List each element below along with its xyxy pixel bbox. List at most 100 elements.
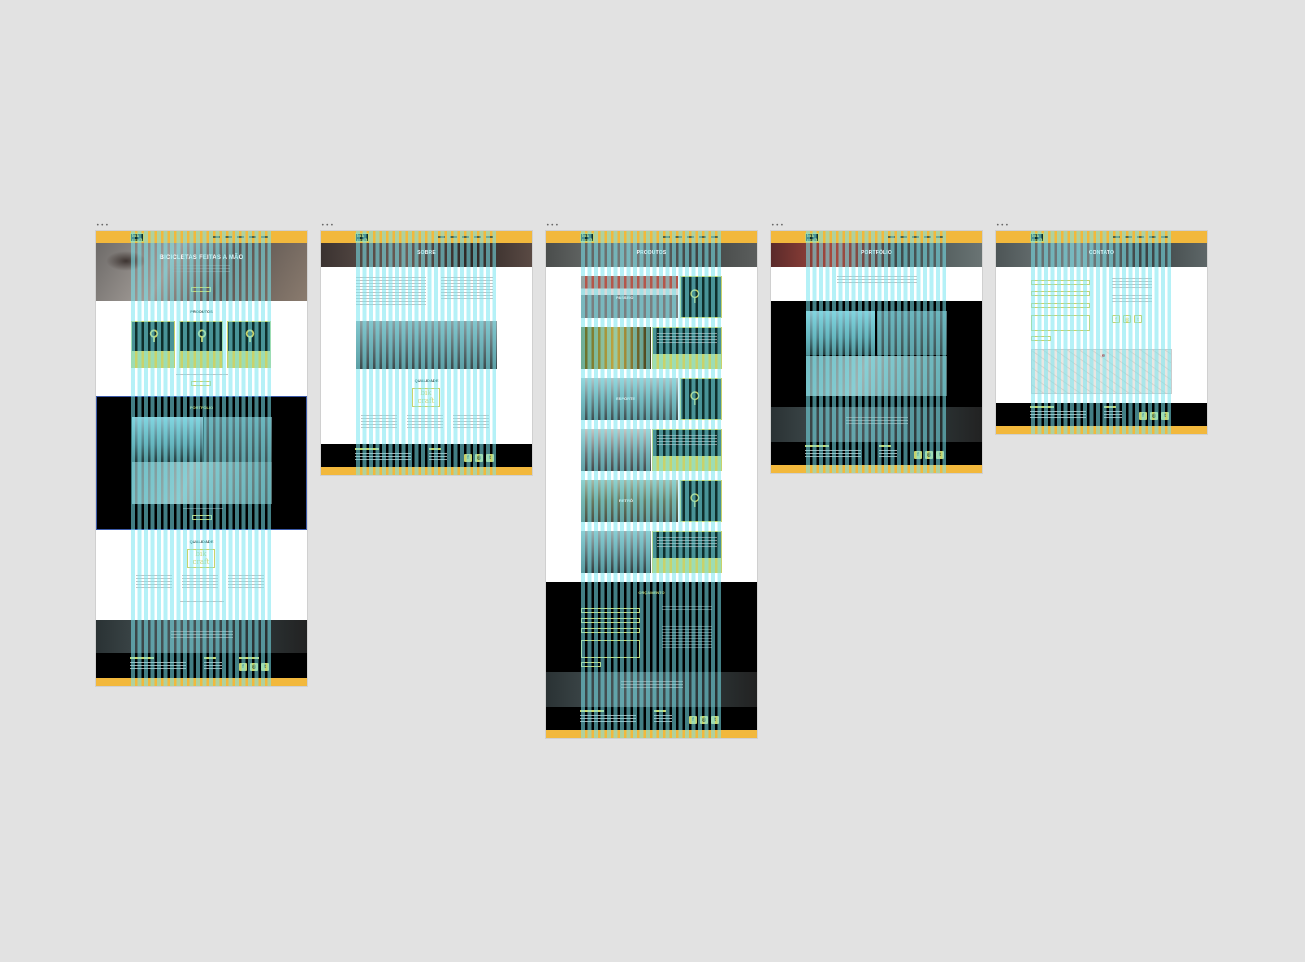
header-bar: bik craft bbox=[771, 231, 982, 243]
twitter-icon[interactable]: t bbox=[1134, 315, 1142, 323]
instagram-icon[interactable]: ◎ bbox=[1150, 412, 1158, 420]
artboard-home[interactable]: bik craft BICICLETAS FEITAS A MÃO PRODUT… bbox=[96, 231, 307, 686]
portfolio-photo-1[interactable] bbox=[132, 417, 203, 462]
footer-bar bbox=[996, 426, 1207, 434]
bicycle-icon: ⚲ bbox=[196, 327, 208, 343]
portfolio-gallery bbox=[771, 301, 982, 407]
twitter-icon[interactable]: t bbox=[261, 663, 269, 671]
main-nav[interactable] bbox=[438, 236, 498, 238]
footer: f ◎ t bbox=[546, 707, 757, 731]
footer-bar bbox=[546, 730, 757, 738]
instagram-icon[interactable]: ◎ bbox=[1123, 315, 1131, 323]
instagram-icon[interactable]: ◎ bbox=[250, 663, 258, 671]
logo[interactable]: bik craft bbox=[130, 233, 144, 242]
product-card-1[interactable]: ⚲ bbox=[131, 321, 175, 368]
send-button[interactable] bbox=[1031, 336, 1051, 341]
artboard-products[interactable]: bik craft PRODUTOS PASSEIO ⚲ ESPORTE ⚲ R… bbox=[546, 231, 757, 738]
product-detail-card-6[interactable] bbox=[652, 531, 722, 573]
phone-field[interactable] bbox=[581, 628, 640, 633]
instagram-icon[interactable]: ◎ bbox=[925, 451, 933, 459]
facebook-icon[interactable]: f bbox=[239, 663, 247, 671]
logo[interactable]: bik craft bbox=[355, 233, 369, 242]
send-button[interactable] bbox=[581, 662, 601, 667]
artboard-handle-products[interactable]: ••• bbox=[546, 223, 560, 229]
quality-title: QUALIDADE bbox=[414, 378, 439, 383]
portfolio-photo-1[interactable] bbox=[806, 311, 875, 355]
artboard-contact[interactable]: bik craft CONTATO f ◎ t f ◎ t bbox=[996, 231, 1207, 434]
portfolio-section: PORTFÓLIO bbox=[96, 396, 307, 530]
quality-logo: bik craft bbox=[187, 549, 215, 568]
instagram-icon[interactable]: ◎ bbox=[475, 454, 483, 462]
message-field[interactable] bbox=[1031, 315, 1090, 331]
artboard-handle-about[interactable]: ••• bbox=[321, 223, 335, 229]
hero-title: PORTFÓLIO bbox=[861, 250, 892, 256]
product-photo-6 bbox=[581, 531, 651, 573]
product-card-2[interactable]: ⚲ bbox=[179, 321, 223, 368]
artboard-handle-home[interactable]: ••• bbox=[96, 223, 110, 229]
product-detail-card-4[interactable] bbox=[652, 429, 722, 471]
twitter-icon[interactable]: t bbox=[1161, 412, 1169, 420]
hero-section: PORTFÓLIO bbox=[771, 243, 982, 267]
hero-section: BICICLETAS FEITAS A MÃO bbox=[96, 243, 307, 301]
artboard-handle-portfolio[interactable]: ••• bbox=[771, 223, 785, 229]
facebook-icon[interactable]: f bbox=[689, 716, 697, 724]
penny-farthing-icon: ⚲ bbox=[244, 327, 256, 343]
facebook-icon[interactable]: f bbox=[1139, 412, 1147, 420]
artboard-about[interactable]: bik craft SOBRE QUALIDADE bik craft f ◎ … bbox=[321, 231, 532, 475]
artboard-handle-contact[interactable]: ••• bbox=[996, 223, 1010, 229]
product-icon-card-retro[interactable]: ⚲ bbox=[680, 480, 722, 522]
footer: f ◎ t bbox=[321, 444, 532, 468]
twitter-icon[interactable]: t bbox=[711, 716, 719, 724]
product-photo-2 bbox=[581, 327, 651, 369]
bicycle-icon: ⚲ bbox=[689, 288, 701, 305]
penny-farthing-icon: ⚲ bbox=[689, 492, 701, 509]
product-card-3[interactable]: ⚲ bbox=[227, 321, 271, 368]
product-detail-card-2[interactable] bbox=[652, 327, 722, 369]
hero-title: SOBRE bbox=[417, 250, 436, 256]
products-button[interactable] bbox=[191, 381, 211, 386]
portfolio-button[interactable] bbox=[192, 515, 212, 520]
product-icon-card-esporte[interactable]: ⚲ bbox=[680, 378, 722, 420]
hero-title: BICICLETAS FEITAS A MÃO bbox=[159, 255, 244, 261]
product-label-passeio: PASSEIO bbox=[616, 295, 634, 300]
hero-button[interactable] bbox=[191, 287, 211, 292]
portfolio-photo-2[interactable] bbox=[204, 417, 272, 462]
product-photo-4 bbox=[581, 429, 651, 471]
portfolio-photo-2[interactable] bbox=[877, 311, 947, 355]
email-field[interactable] bbox=[1031, 291, 1090, 296]
quality-logo: bik craft bbox=[412, 388, 440, 407]
twitter-icon[interactable]: t bbox=[486, 454, 494, 462]
hero-section: SOBRE bbox=[321, 243, 532, 267]
quote-title: ORÇAMENTO bbox=[638, 590, 665, 595]
twitter-icon[interactable]: t bbox=[936, 451, 944, 459]
map[interactable] bbox=[1031, 349, 1172, 394]
footer-bar bbox=[321, 467, 532, 475]
footer: f ◎ t bbox=[996, 403, 1207, 427]
bicycle-icon: ⚲ bbox=[689, 390, 701, 407]
main-nav[interactable] bbox=[663, 236, 723, 238]
portfolio-title: PORTFÓLIO bbox=[189, 405, 214, 410]
product-icon-card-passeio[interactable]: ⚲ bbox=[680, 276, 722, 318]
logo[interactable]: bik craft bbox=[580, 233, 594, 242]
name-field[interactable] bbox=[1031, 280, 1090, 285]
instagram-icon[interactable]: ◎ bbox=[700, 716, 708, 724]
name-field[interactable] bbox=[581, 608, 640, 613]
main-nav[interactable] bbox=[888, 236, 948, 238]
email-field[interactable] bbox=[581, 618, 640, 623]
facebook-icon[interactable]: f bbox=[1112, 315, 1120, 323]
header-bar: bik craft bbox=[96, 231, 307, 243]
portfolio-photo-3[interactable] bbox=[132, 462, 272, 504]
artboard-portfolio[interactable]: bik craft PORTFÓLIO f ◎ t bbox=[771, 231, 982, 473]
logo[interactable]: bik craft bbox=[805, 233, 819, 242]
main-nav[interactable] bbox=[1113, 236, 1173, 238]
hero-title: CONTATO bbox=[1088, 250, 1115, 256]
message-field[interactable] bbox=[581, 640, 640, 658]
logo[interactable]: bik craft bbox=[1030, 233, 1044, 242]
facebook-icon[interactable]: f bbox=[464, 454, 472, 462]
bicycle-icon: ⚲ bbox=[148, 327, 160, 343]
main-nav[interactable] bbox=[213, 236, 273, 238]
phone-field[interactable] bbox=[1031, 303, 1090, 308]
product-label-retro: RETRÔ bbox=[619, 498, 633, 503]
facebook-icon[interactable]: f bbox=[914, 451, 922, 459]
portfolio-photo-3[interactable] bbox=[806, 356, 947, 396]
